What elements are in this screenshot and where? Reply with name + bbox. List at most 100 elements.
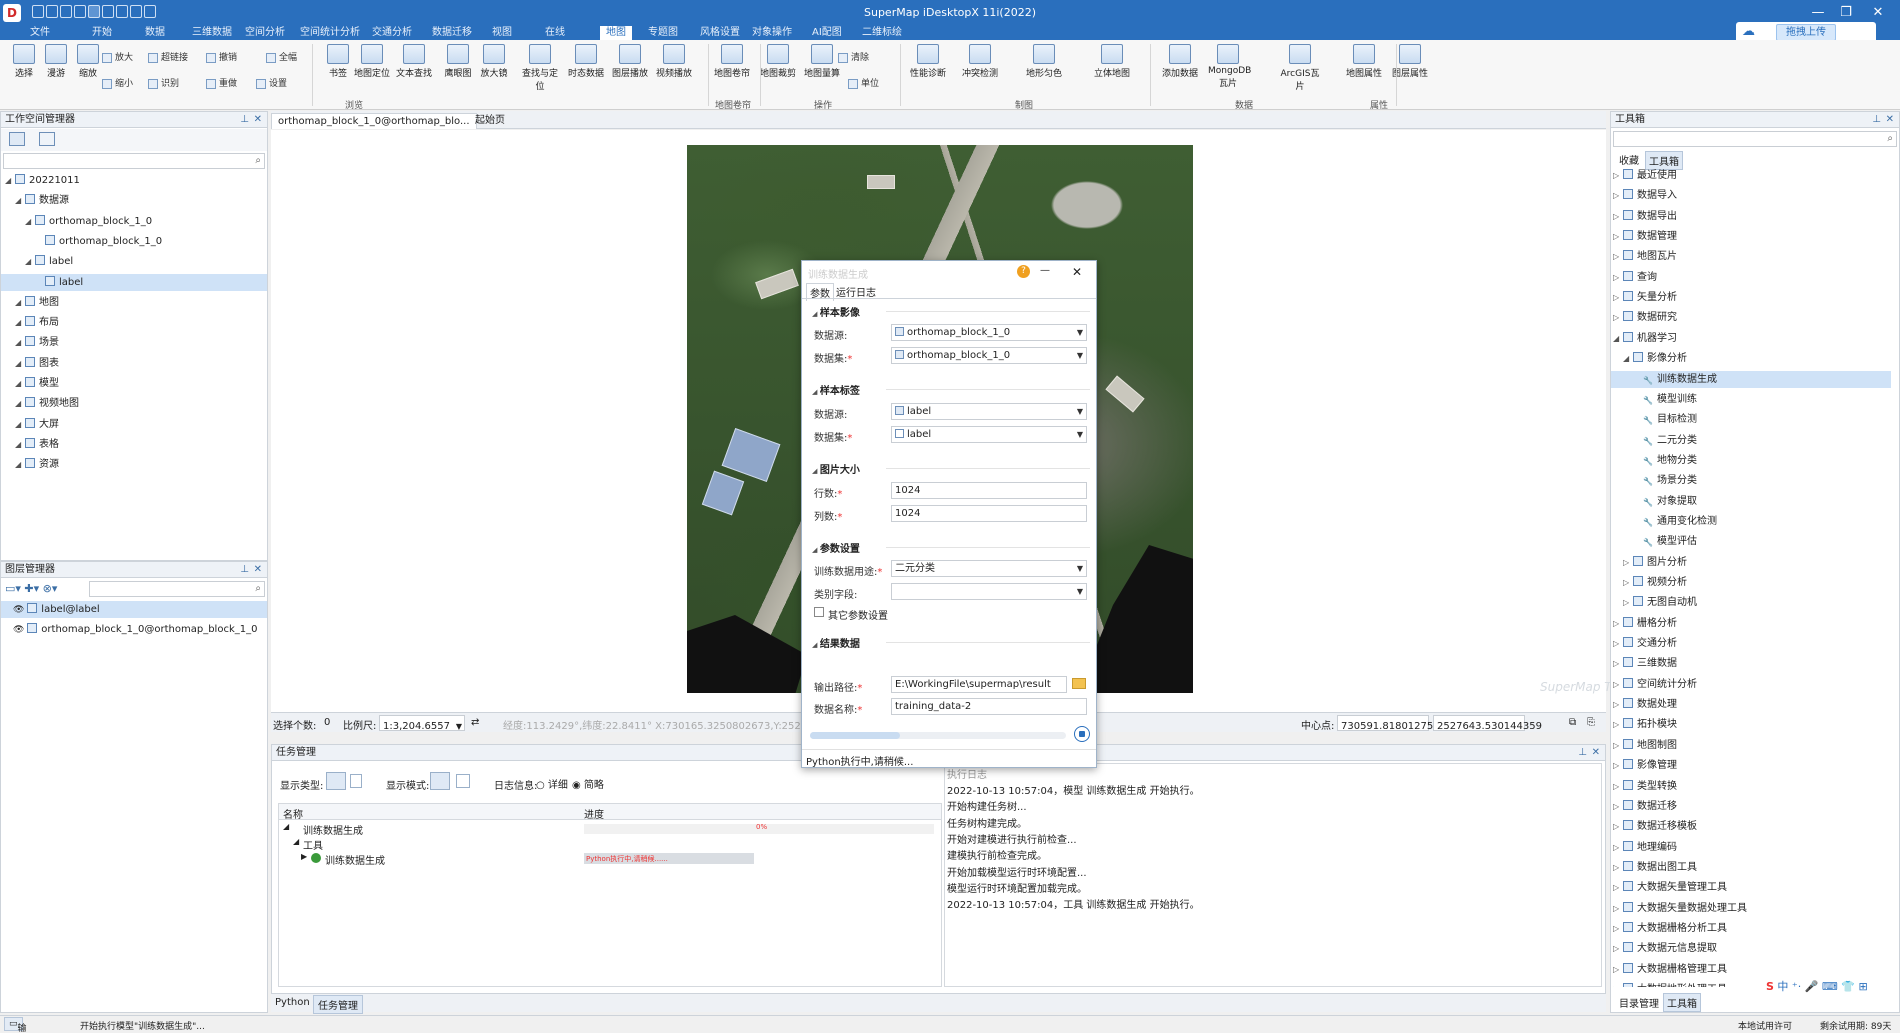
menu-item[interactable]: 数据	[145, 26, 165, 40]
data-name-input[interactable]: training_data-2	[891, 698, 1087, 715]
tab-map[interactable]: orthomap_block_1_0@orthomap_blo...	[271, 113, 477, 129]
toolbox-item[interactable]: ▷ 数据管理	[1611, 228, 1891, 245]
tree-item[interactable]: ◢ 模型	[1, 375, 267, 392]
pin-icon[interactable]: ⊥	[1872, 112, 1881, 128]
toolbox-item[interactable]: ▷ 最近使用	[1611, 167, 1891, 184]
toolbox-item[interactable]: ▷ 大数据栅格管理工具	[1611, 961, 1891, 978]
restore-button[interactable]: ❐	[1834, 4, 1858, 22]
expand-icon[interactable]: ▷	[1613, 696, 1623, 713]
other-params-checkbox[interactable]	[814, 607, 824, 617]
toolbox-item[interactable]: ▷ 大数据元信息提取	[1611, 940, 1891, 957]
expand-icon[interactable]: ▷	[1613, 676, 1623, 693]
toolbox-item[interactable]: ▷ 大数据矢量数据处理工具	[1611, 900, 1891, 917]
toolbox-item[interactable]: ◢ 机器学习	[1611, 330, 1891, 347]
toolbox-item[interactable]: ▷ 数据迁移	[1611, 798, 1891, 815]
ribbon-small-button[interactable]: 重做	[206, 76, 237, 89]
expand-icon[interactable]: ◢	[1623, 350, 1633, 367]
log-brief-radio[interactable]: ◉ 简略	[572, 776, 604, 791]
lbl-dataset-select[interactable]: label ▼	[891, 426, 1087, 443]
ribbon-button[interactable]: MongoDB瓦片	[1208, 44, 1251, 89]
menu-item[interactable]: 数据迁移	[432, 26, 472, 40]
toolbox-item[interactable]: ▷ 空间统计分析	[1611, 676, 1891, 693]
toolbox-item[interactable]: 🔧 目标检测	[1611, 411, 1891, 428]
expand-icon[interactable]: ▷	[1623, 574, 1633, 591]
ribbon-button[interactable]: 冲突检测	[960, 44, 1000, 79]
ribbon-button[interactable]: 地图卷帘	[712, 44, 752, 79]
expand-icon[interactable]: ▷	[1613, 655, 1623, 672]
toolbox-item[interactable]: 🔧 二元分类	[1611, 432, 1891, 449]
workspace-search[interactable]: ⌕	[3, 153, 265, 169]
expand-icon[interactable]: ◢	[15, 334, 25, 351]
layer-add-icon[interactable]: ▭▾ ✚▾ ⊗▾	[5, 582, 57, 595]
toolbox-item[interactable]: ▷ 大数据矢量管理工具	[1611, 879, 1891, 896]
menu-item[interactable]: 二维标绘	[862, 26, 902, 40]
toolbox-item[interactable]: ◢ 影像分析	[1611, 350, 1891, 367]
menu-item[interactable]: 专题图	[648, 26, 678, 40]
ribbon-button[interactable]: 立体地图	[1092, 44, 1132, 79]
toolbox-item[interactable]: 🔧 对象提取	[1611, 493, 1891, 510]
visibility-icon[interactable]: 👁	[13, 605, 27, 615]
toolbox-item[interactable]: ▷ 查询	[1611, 269, 1891, 286]
center-x-field[interactable]: 730591.8180127555	[1337, 715, 1446, 732]
expand-icon[interactable]: ◢	[1613, 330, 1623, 347]
layer-item[interactable]: 👁 label@label	[1, 601, 267, 618]
close-button[interactable]: ✕	[1866, 4, 1890, 22]
toolbox-item[interactable]: ▷ 数据导入	[1611, 187, 1891, 204]
menu-item[interactable]: 开始	[92, 26, 112, 40]
tab-start-page[interactable]: 起始页	[469, 113, 511, 129]
expand-icon[interactable]: ◢	[15, 456, 25, 473]
expand-icon[interactable]: ▷	[1613, 981, 1623, 987]
section-result[interactable]: 结果数据	[812, 635, 860, 650]
expand-icon[interactable]: ▷	[1613, 818, 1623, 835]
ribbon-button[interactable]: 地图裁剪	[758, 44, 798, 79]
tree-item[interactable]: ◢ 布局	[1, 314, 267, 331]
pin-icon[interactable]: ⊥	[240, 562, 249, 578]
tab-run-log[interactable]: 运行日志	[836, 284, 876, 299]
dialog-minimize-button[interactable]: —	[1040, 265, 1050, 276]
visibility-icon[interactable]: 👁	[13, 625, 27, 635]
layer-search[interactable]: ⌕	[89, 581, 265, 597]
toolbox-item[interactable]: ▷ 视频分析	[1611, 574, 1891, 591]
expand-icon[interactable]: ▷	[1613, 961, 1623, 978]
ribbon-button[interactable]: 放大镜	[474, 44, 514, 79]
ribbon-button[interactable]: 地图量算	[802, 44, 842, 79]
toolbox-item[interactable]: ▷ 三维数据	[1611, 655, 1891, 672]
toolbox-item[interactable]: ▷ 拓扑模块	[1611, 716, 1891, 733]
expand-icon[interactable]: ▷	[1623, 554, 1633, 571]
scale-select[interactable]: 1:3,204.6557 ▼	[379, 715, 465, 732]
close-icon[interactable]: ✕	[1886, 112, 1894, 128]
tree-item[interactable]: label	[1, 273, 267, 291]
toolbox-item[interactable]: ▷ 类型转换	[1611, 778, 1891, 795]
menu-item[interactable]: 在线	[545, 26, 565, 40]
expand-icon[interactable]: ▷	[1613, 167, 1623, 184]
table-row[interactable]: ◢ 工具	[279, 836, 941, 852]
menu-item[interactable]: 地图	[600, 26, 632, 40]
ribbon-small-button[interactable]: 单位	[848, 76, 879, 89]
close-icon[interactable]: ✕	[1592, 745, 1600, 761]
expand-icon[interactable]: ◢	[15, 395, 25, 412]
menu-item[interactable]: 视图	[492, 26, 512, 40]
toolbox-item[interactable]: ▷ 交通分析	[1611, 635, 1891, 652]
tab-favorites[interactable]: 收藏	[1619, 152, 1639, 167]
menu-item[interactable]: 交通分析	[372, 26, 412, 40]
menu-item[interactable]: 空间统计分析	[300, 26, 360, 40]
toolbox-item[interactable]: ▷ 地图制图	[1611, 737, 1891, 754]
minimize-button[interactable]: —	[1806, 4, 1830, 22]
ribbon-small-button[interactable]: 放大	[102, 50, 133, 63]
ribbon-small-button[interactable]: 撤销	[206, 50, 237, 63]
ribbon-button[interactable]: 添加数据	[1160, 44, 1200, 79]
ribbon-small-button[interactable]: 识别	[148, 76, 179, 89]
usage-select[interactable]: 二元分类 ▼	[891, 560, 1087, 577]
table-row[interactable]: ▶ 训练数据生成 Python执行中,请稍候......	[279, 851, 941, 867]
toolbox-item[interactable]: ▷ 地理编码	[1611, 839, 1891, 856]
ribbon-small-button[interactable]: 清除	[838, 50, 869, 63]
tree-item[interactable]: ◢ 资源	[1, 456, 267, 473]
tab-catalog[interactable]: 目录管理	[1619, 995, 1659, 1010]
expand-icon[interactable]: ◢	[5, 172, 15, 189]
upload-button[interactable]: 拖拽上传	[1776, 24, 1836, 41]
toolbox-item[interactable]: 🔧 训练数据生成	[1611, 370, 1891, 388]
layer-item[interactable]: 👁 orthomap_block_1_0@orthomap_block_1_0	[1, 621, 267, 638]
tree-item[interactable]: ◢ 视频地图	[1, 395, 267, 412]
expand-icon[interactable]: ▷	[1613, 900, 1623, 917]
tree-item[interactable]: ◢ 数据源	[1, 192, 267, 209]
